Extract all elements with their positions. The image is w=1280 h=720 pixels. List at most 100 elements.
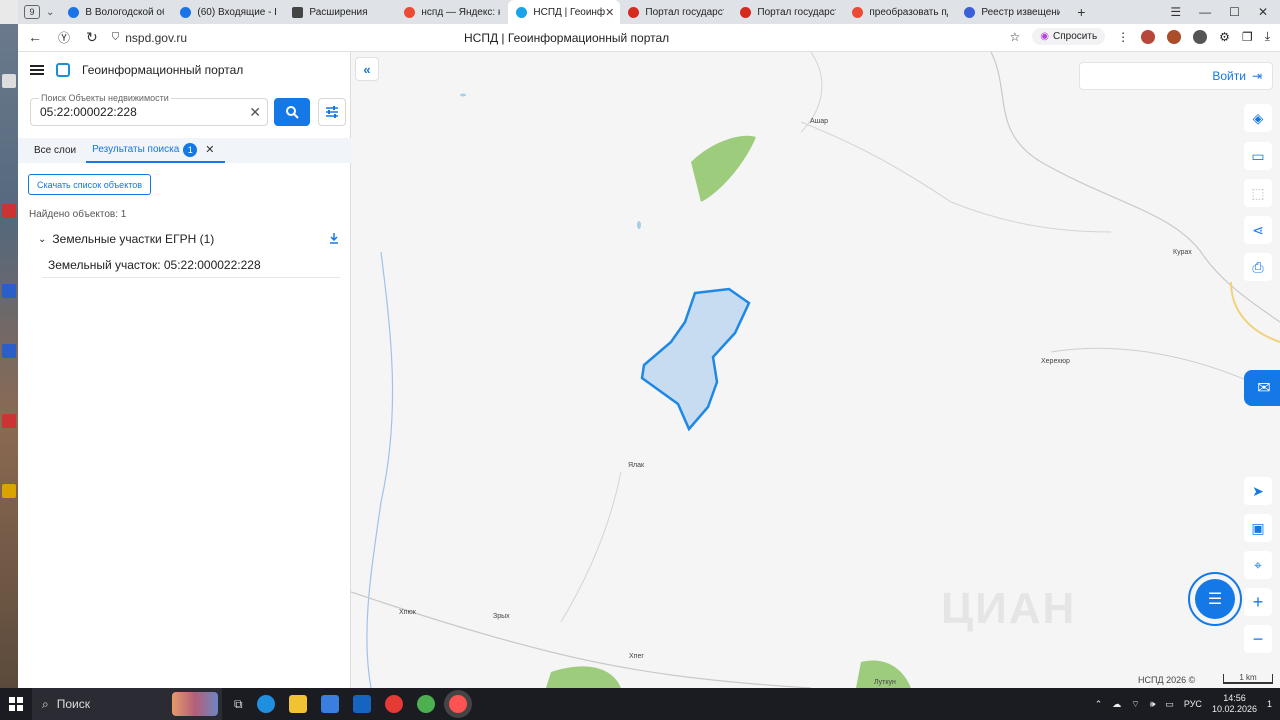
browser-tab[interactable]: Реестр извещений [956,0,1068,24]
desktop-icon[interactable] [2,344,16,358]
minimap-button[interactable]: ▣ [1244,514,1272,542]
close-icon[interactable]: ✕ [605,6,614,19]
chat-button[interactable]: ☰ [1188,572,1242,626]
yandex-icon[interactable] [384,695,403,713]
layers-button[interactable]: ◈ [1244,104,1272,132]
login-button[interactable]: Войти ⇥ [1079,62,1273,90]
panel-tabs: Все слои Результаты поиска 1 ✕ [18,138,351,163]
share-icon: ⋖ [1252,221,1264,238]
edge-icon[interactable] [256,695,275,713]
yandex-browser-icon[interactable] [448,695,467,713]
browser-tab[interactable]: нспд — Яндекс: наш [396,0,508,24]
taskbar-search[interactable]: ⌕ Поиск [32,688,222,720]
tray-chevron-icon[interactable]: ⌃ [1095,699,1103,710]
collapse-panel-button[interactable]: « [355,57,379,81]
tab-search-results[interactable]: Результаты поиска 1 ✕ [86,138,225,163]
tab-all-layers[interactable]: Все слои [18,138,86,163]
chrome-icon[interactable] [416,695,435,713]
share-button[interactable]: ⋖ [1244,216,1272,244]
tab-count-badge[interactable]: 9 [24,5,40,19]
search-button[interactable] [274,98,310,126]
reload-icon[interactable]: ↻ [86,29,98,46]
chevron-down-icon[interactable]: ⌄ [38,234,46,245]
battery-icon[interactable]: ▭ [1165,699,1174,710]
side-widget-button[interactable]: ✉ [1244,370,1280,406]
print-icon: ⎙ [1252,258,1264,275]
back-icon[interactable]: ← [28,29,42,46]
result-item[interactable]: Земельный участок: 05:22:000022:228 [42,252,340,278]
layers-icon: ◈ [1252,109,1264,126]
search-panel: Геоинформационный портал Поиск Объекты н… [18,52,351,688]
tab-favicon-icon [740,6,752,18]
wifi-icon[interactable]: ⌔ [1131,699,1139,710]
download-list-button[interactable]: Скачать список объектов [28,174,152,195]
close-window-icon[interactable]: ✕ [1258,5,1268,19]
tab-favicon-icon [628,6,640,18]
clear-icon[interactable]: ✕ [249,104,261,121]
download-icon[interactable]: ⤓ [1265,29,1270,44]
tab-label: В Вологодской обла [85,6,164,18]
scale-bar: 1 km [1223,674,1273,684]
found-count: Найдено объектов: 1 [29,209,127,220]
browser-tab[interactable]: В Вологодской обла [60,0,172,24]
time: 14:56 [1223,693,1246,703]
extension-icon[interactable] [1167,29,1182,44]
store-icon[interactable] [320,695,339,713]
search-input[interactable] [40,105,240,119]
ask-button[interactable]: ◉ Спросить [1032,28,1106,45]
zoom-out-button[interactable]: − [1244,625,1272,653]
browser-tab[interactable]: Портал государстве [732,0,844,24]
browser-tab-bar: 9 ⌄ В Вологодской обла (60) Входящие - П… [18,0,1280,24]
extensions-icon[interactable]: ⚙ [1219,30,1230,44]
zoom-in-button[interactable]: + [1244,588,1272,616]
browser-tab[interactable]: (60) Входящие - Поч [172,0,284,24]
task-view-icon[interactable]: ⧉ [234,697,243,712]
minimize-icon[interactable]: — [1199,5,1211,19]
security-icon: ⛉ [111,32,120,43]
print-button[interactable]: ⎙ [1244,253,1272,281]
desktop-icon[interactable] [2,484,16,498]
desktop-icon[interactable] [2,204,16,218]
volume-icon[interactable]: 🕪 [1150,699,1156,710]
filter-button[interactable] [318,98,346,126]
minus-icon: − [1252,628,1264,649]
app-title: Геоинформационный портал [82,63,244,77]
browser-tab[interactable]: Расширения [284,0,396,24]
result-group[interactable]: ⌄ Земельные участки ЕГРН (1) [38,230,340,248]
extension-icon[interactable] [1141,29,1156,44]
desktop-icon[interactable] [2,284,16,298]
windows-taskbar: ⌕ Поиск ⧉ ⌃ ☁ ⌔ 🕪 ▭ РУС 14:56 10.02.2026… [0,688,1280,720]
geolocation-button[interactable]: ⌖ [1244,551,1272,579]
map-view[interactable]: Ашар Курах Херехюр Ялак Хпюк Зрых Хпег Л… [351,52,1280,688]
profile-icon[interactable]: ☰ [1170,5,1181,19]
select-area-button[interactable]: ⬚ [1244,179,1272,207]
desktop-icon[interactable] [2,414,16,428]
outlook-icon[interactable] [352,695,371,713]
maximize-icon[interactable]: ☐ [1229,5,1240,19]
browser-tab-active[interactable]: НСПД | Геоинфор ✕ [508,0,621,24]
start-button[interactable] [0,688,32,720]
menu-icon[interactable] [30,65,44,75]
locate-button[interactable]: ➤ [1244,477,1272,505]
desktop-icon[interactable] [2,74,16,88]
chevron-down-icon[interactable]: ⌄ [46,7,54,18]
collections-icon[interactable]: ❐ [1242,30,1253,44]
close-icon[interactable]: ✕ [205,143,214,156]
yandex-icon[interactable]: Ⓨ [58,29,70,46]
notification-badge[interactable]: 1 [1267,699,1272,709]
language-indicator[interactable]: РУС [1184,699,1202,709]
new-tab-button[interactable]: + [1072,3,1090,21]
tab-label: Результаты поиска [92,144,180,155]
network-icon[interactable]: ☁ [1112,699,1121,710]
bookmark-icon[interactable]: ☆ [1010,30,1021,44]
extension-icon[interactable] [1193,29,1208,44]
more-icon[interactable]: ⋮ [1117,30,1129,44]
tab-favicon-icon [852,6,864,18]
download-icon[interactable] [328,232,340,247]
explorer-icon[interactable] [288,695,307,713]
clock[interactable]: 14:56 10.02.2026 [1212,693,1257,715]
browser-tab[interactable]: преобразовать пдф [844,0,956,24]
ruler-button[interactable]: ▭ [1244,142,1272,170]
url-field[interactable]: ⛉ nspd.gov.ru [112,31,187,45]
browser-tab[interactable]: Портал государстве [620,0,732,24]
